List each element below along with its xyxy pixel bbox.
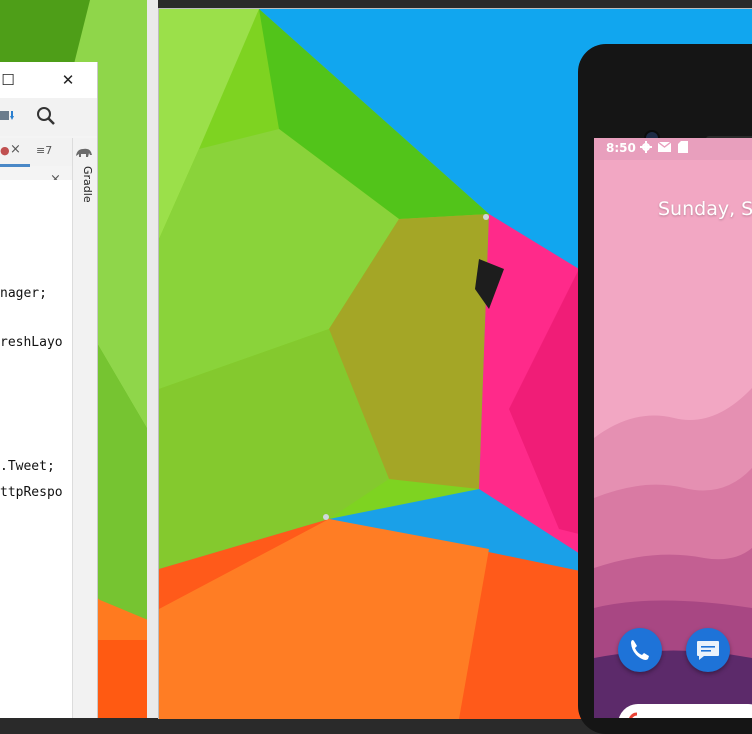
search-icon[interactable] <box>36 106 56 126</box>
editor-tabs: ● × ≡7 <box>0 138 72 166</box>
google-logo-icon <box>629 712 638 718</box>
ide-toolbar <box>0 98 97 136</box>
tab-list-dropdown[interactable]: ≡7 <box>36 144 52 157</box>
code-line: .Tweet; <box>0 459 55 474</box>
code-line: nager; <box>0 286 47 301</box>
sd-card-icon <box>678 141 688 153</box>
phone-screen[interactable]: 8:50 Sunday, S <box>594 138 752 718</box>
gradle-sync-icon[interactable] <box>0 108 16 128</box>
home-date[interactable]: Sunday, S <box>658 198 752 220</box>
code-editor[interactable]: nager; reshLayo .Tweet; ttpRespo <box>0 180 72 718</box>
phone-app-icon[interactable] <box>618 628 662 672</box>
code-line: ttpRespo <box>0 485 63 500</box>
close-window-button[interactable]: ✕ <box>60 72 76 88</box>
chat-bubble-icon <box>697 641 719 660</box>
gear-icon <box>640 141 652 153</box>
ide-window: ☐ ✕ ● × ≡7 ›› × Gradle ✔ nager; reshLayo… <box>0 62 98 718</box>
tab-close-button[interactable]: × <box>10 142 21 157</box>
code-line: reshLayo <box>0 335 63 350</box>
gradle-panel-tab[interactable]: Gradle <box>74 166 94 226</box>
status-bar: 8:50 <box>594 138 752 160</box>
active-tab-indicator <box>0 164 30 167</box>
gradle-elephant-icon[interactable] <box>75 146 93 158</box>
mail-icon <box>658 141 671 152</box>
maximize-button[interactable]: ☐ <box>0 72 16 88</box>
file-type-icon: ● <box>0 144 10 157</box>
window-gap <box>147 0 158 718</box>
phone-handset-icon <box>631 640 649 660</box>
google-search-bar[interactable] <box>618 704 752 718</box>
ide-title-bar: ☐ ✕ <box>0 62 97 98</box>
status-time: 8:50 <box>606 141 636 155</box>
messages-app-icon[interactable] <box>686 628 730 672</box>
